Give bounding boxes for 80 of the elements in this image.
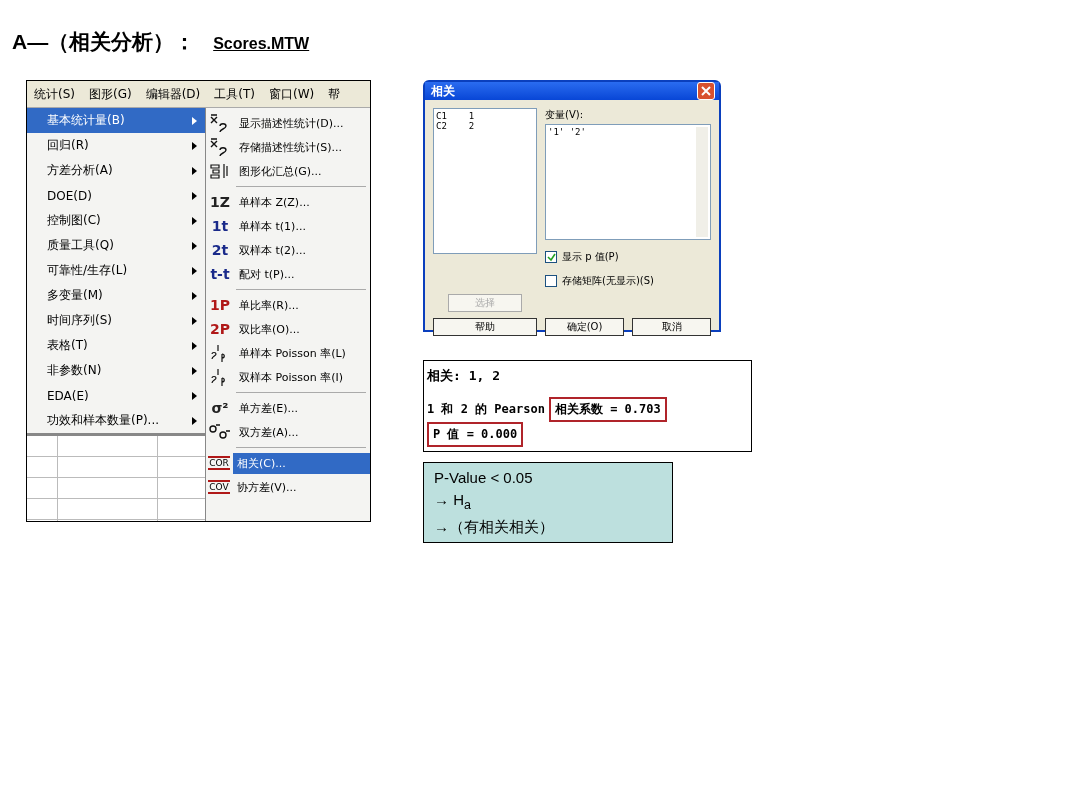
column-id: C2 xyxy=(436,121,447,131)
output-header: 相关: 1, 2 xyxy=(427,367,501,385)
menu-bar-item[interactable]: 工具(T) xyxy=(207,85,262,103)
checkbox-label: 存储矩阵(无显示)(S) xyxy=(562,274,654,288)
menu-item[interactable]: 时间序列(S) xyxy=(27,308,205,333)
submenu-item[interactable]: 显示描述性统计(D)... xyxy=(235,112,370,134)
submenu-item[interactable]: 协方差(V)... xyxy=(233,476,370,498)
submenu-arrow-icon xyxy=(192,141,197,150)
note-line: P-Value < 0.05 xyxy=(434,468,534,488)
menu-item-icon: 2P xyxy=(208,321,232,337)
menu-item[interactable]: 功效和样本数量(P)... xyxy=(27,408,205,433)
submenu-item[interactable]: 双方差(A)... xyxy=(235,421,370,443)
dialog-button[interactable]: 确定(O) xyxy=(545,318,624,336)
menu-item-icon: σ² xyxy=(208,400,232,416)
submenu-item[interactable]: 图形化汇总(G)... xyxy=(235,160,370,182)
dialog-button[interactable]: 取消 xyxy=(632,318,711,336)
submenu-item[interactable]: 相关(C)... xyxy=(233,452,370,474)
submenu-arrow-icon xyxy=(192,191,197,200)
submenu-arrow-icon xyxy=(192,166,197,175)
menu-item[interactable]: 质量工具(Q) xyxy=(27,233,205,258)
menu-item[interactable]: 方差分析(A) xyxy=(27,158,205,183)
submenu-arrow-icon xyxy=(192,216,197,225)
menu-item[interactable]: 回归(R) xyxy=(27,133,205,158)
variance-symbol-icon xyxy=(208,423,232,441)
menu-item-icon: 1t xyxy=(208,218,232,234)
submenu-item[interactable]: 双样本 Poisson 率(I) xyxy=(235,366,370,388)
submenu-item[interactable]: 存储描述性统计(S)... xyxy=(235,136,370,158)
column-name: 2 xyxy=(468,121,475,131)
submenu-item[interactable]: 单比率(R)... xyxy=(235,294,370,316)
menu-item[interactable]: 可靠性/生存(L) xyxy=(27,258,205,283)
menu-item-icon: t-t xyxy=(208,266,232,282)
file-link[interactable]: Scores.MTW xyxy=(213,35,310,53)
submenu-arrow-icon xyxy=(192,241,197,250)
menu-item[interactable]: 多变量(M) xyxy=(27,283,205,308)
menu-bar-item[interactable]: 窗口(W) xyxy=(261,85,322,103)
menu-bar-item[interactable]: 统计(S) xyxy=(27,85,82,103)
submenu-arrow-icon xyxy=(192,291,197,300)
menu-bar-item[interactable]: 帮 xyxy=(321,85,348,103)
submenu-arrow-icon xyxy=(192,341,197,350)
submenu-item[interactable]: 单样本 Z(Z)... xyxy=(235,191,370,213)
menu-item[interactable]: DOE(D) xyxy=(27,183,205,208)
menu-item[interactable]: 控制图(C) xyxy=(27,208,205,233)
submenu-item[interactable]: 单样本 t(1)... xyxy=(235,215,370,237)
checkbox[interactable] xyxy=(545,275,557,287)
variables-field[interactable]: '1' '2' xyxy=(545,124,711,240)
note-line: → H$_{a}$ xyxy=(434,490,472,514)
slide-title: A—（相关分析）： xyxy=(12,29,196,55)
submenu-item[interactable]: 配对 t(P)... xyxy=(235,263,370,285)
highlighted-p-value: P 值 = 0.000 xyxy=(427,422,524,447)
menu-bar-item[interactable]: 编辑器(D) xyxy=(138,85,208,103)
submenu-arrow-icon xyxy=(192,266,197,275)
menu-item-icon: 1Z xyxy=(208,194,232,210)
column-list[interactable]: C1 1 C2 2 xyxy=(433,108,537,254)
note-line: →（有相关相关） xyxy=(434,517,555,537)
submenu-arrow-icon xyxy=(192,116,197,125)
submenu-item[interactable]: 单方差(E)... xyxy=(235,397,370,419)
menu-item-icon: 2t xyxy=(208,242,232,258)
output-text: 1 和 2 的 Pearson xyxy=(427,401,545,418)
field-label: 变量(V): xyxy=(545,108,584,122)
submenu-arrow-icon xyxy=(192,316,197,325)
menu-item[interactable]: 基本统计量(B) xyxy=(27,108,205,133)
submenu-item[interactable]: 双比率(O)... xyxy=(235,318,370,340)
checkbox-label: 显示 p 值(P) xyxy=(562,250,619,264)
close-button[interactable] xyxy=(697,82,715,100)
submenu-arrow-icon xyxy=(192,366,197,375)
submenu-arrow-icon xyxy=(192,416,197,425)
submenu-item[interactable]: 双样本 t(2)... xyxy=(235,239,370,261)
column-name: 1 xyxy=(468,111,475,121)
submenu-arrow-icon xyxy=(192,391,197,400)
menu-bar-item[interactable]: 图形(G) xyxy=(82,85,139,103)
menu-item-icon: 1P xyxy=(208,297,232,313)
menu-item[interactable]: EDA(E) xyxy=(27,383,205,408)
menu-item[interactable]: 表格(T) xyxy=(27,333,205,358)
highlighted-coefficient: 相关系数 = 0.703 xyxy=(548,397,667,422)
submenu-item[interactable]: 单样本 Poisson 率(L) xyxy=(235,342,370,364)
dialog-title: 相关 xyxy=(431,82,455,100)
dialog-button[interactable]: 帮助 xyxy=(433,318,537,336)
menu-item[interactable]: 非参数(N) xyxy=(27,358,205,383)
column-id: C1 xyxy=(436,111,447,121)
checkbox[interactable] xyxy=(545,251,557,263)
